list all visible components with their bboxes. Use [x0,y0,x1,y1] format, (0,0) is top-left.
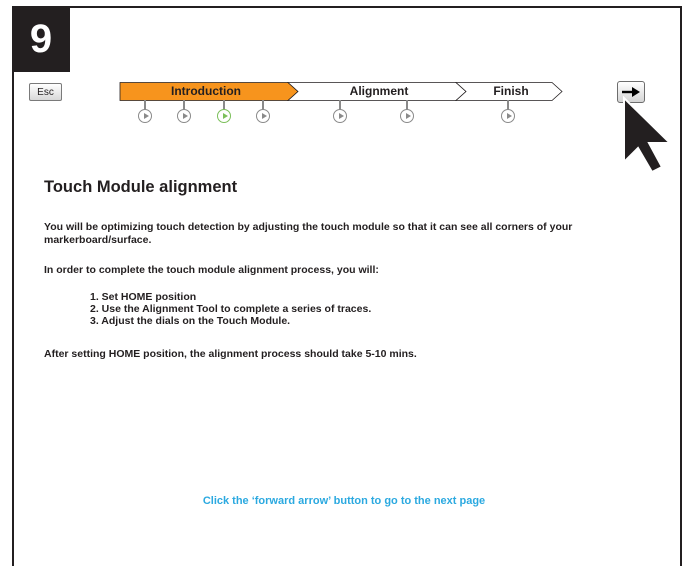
duration-paragraph: After setting HOME position, the alignme… [44,348,417,360]
list-item: 1. Set HOME position [90,291,197,303]
step-number-badge: 9 [12,6,70,72]
progress-label-alignment: Alignment [349,84,409,98]
step-dot-4[interactable] [256,109,270,123]
list-item: 3. Adjust the dials on the Touch Module. [90,315,291,327]
step-dot-6[interactable] [400,109,414,123]
progress-label-finish: Finish [493,84,529,98]
steps-list: 1. Set HOME position 2. Use the Alignmen… [90,291,371,327]
esc-button[interactable]: Esc [29,83,62,101]
step-dot-5[interactable] [333,109,347,123]
play-icon [261,113,267,119]
step-dot-1[interactable] [138,109,152,123]
step-dot-3-current[interactable] [217,109,231,123]
process-intro-paragraph: In order to complete the touch module al… [44,264,379,276]
play-icon [338,113,344,119]
mouse-pointer-icon [623,96,673,174]
progress-label-introduction: Introduction [171,84,241,98]
page-title: Touch Module alignment [44,178,238,196]
progress-bar: Introduction Alignment Finish [119,82,565,123]
list-item: 2. Use the Alignment Tool to complete a … [90,303,372,315]
play-icon [222,113,228,119]
intro-paragraph: You will be optimizing touch detection b… [44,221,573,246]
step-dot-7[interactable] [501,109,515,123]
play-icon [506,113,512,119]
play-icon [405,113,411,119]
next-page-hint: Click the ‘forward arrow’ button to go t… [202,495,486,507]
step-dot-2[interactable] [177,109,191,123]
play-icon [182,113,188,119]
play-icon [143,113,149,119]
